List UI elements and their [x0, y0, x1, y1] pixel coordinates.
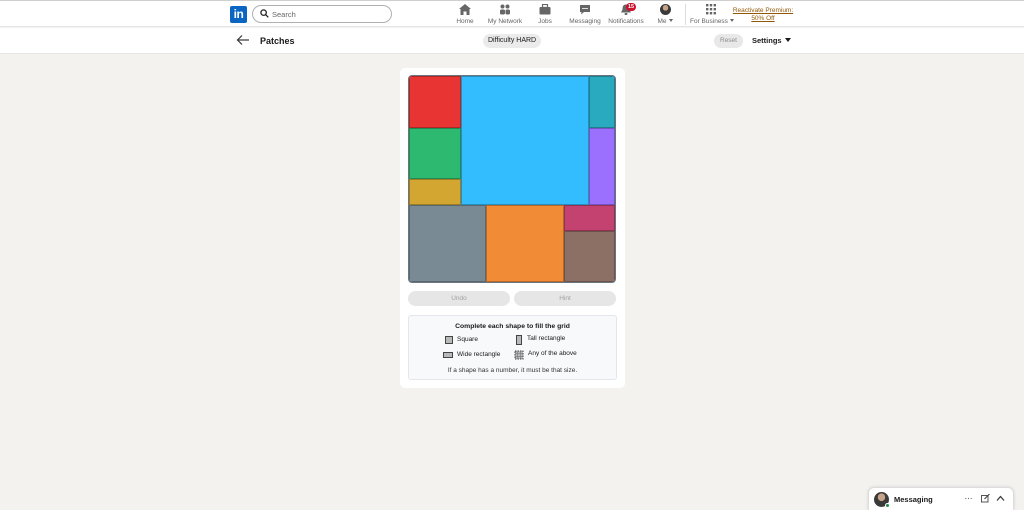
- nav-messaging-label: Messaging: [569, 18, 601, 25]
- back-arrow-icon[interactable]: [236, 34, 250, 46]
- nav-notifications-label: Notifications: [608, 18, 644, 25]
- nav-notifications[interactable]: 15 Notifications: [606, 3, 646, 26]
- legend-tall-label: Tall rectangle: [527, 335, 566, 342]
- patch-9[interactable]: [563, 230, 615, 282]
- chevron-down-icon: [784, 38, 791, 42]
- legend-any: Any of the above: [514, 350, 577, 360]
- undo-button[interactable]: Undo: [408, 291, 510, 306]
- compose-icon[interactable]: [981, 494, 990, 503]
- nav-my-network-label: My Network: [487, 18, 523, 25]
- legend-any-label: Any of the above: [528, 350, 577, 357]
- reactivate-premium-link[interactable]: Reactivate Premium: 50% Off: [731, 7, 795, 23]
- game-header: Patches Difficulty HARD Reset Settings: [0, 28, 1024, 54]
- legend-wide: Wide rectangle: [443, 351, 500, 358]
- legend-tall: Tall rectangle: [516, 335, 566, 345]
- settings-dropdown[interactable]: Settings: [752, 36, 791, 45]
- legend-note: If a shape has a number, it must be that…: [447, 367, 578, 374]
- legend-square: Square: [445, 336, 478, 344]
- chat-icon: [580, 5, 590, 15]
- patch-0[interactable]: [409, 76, 461, 128]
- legend-square-label: Square: [457, 336, 478, 343]
- nav-my-network[interactable]: My Network: [486, 4, 524, 26]
- game-card: Undo Hint Complete each shape to fill th…: [400, 68, 625, 388]
- square-shape-icon: [445, 336, 453, 344]
- nav-jobs[interactable]: Jobs: [534, 4, 556, 26]
- chevron-down-icon: [668, 19, 673, 22]
- nav-home[interactable]: Home: [452, 4, 478, 26]
- home-icon: [459, 4, 471, 15]
- avatar: [659, 4, 671, 15]
- nav-me-label: Me: [657, 18, 667, 25]
- nav-for-business-label: For Business: [690, 18, 728, 25]
- patches-board[interactable]: [408, 75, 616, 283]
- search-input[interactable]: [272, 8, 384, 21]
- any-shape-icon: [514, 350, 524, 360]
- online-status-dot: [885, 503, 890, 508]
- tall-rectangle-icon: [516, 335, 522, 345]
- nav-jobs-label: Jobs: [538, 18, 552, 25]
- search-icon: [260, 9, 269, 18]
- nav-divider: [685, 4, 686, 25]
- legend-title: Complete each shape to fill the grid: [455, 323, 570, 330]
- patch-7[interactable]: [486, 204, 564, 282]
- chevron-up-icon[interactable]: [996, 494, 1005, 503]
- rules-legend: Complete each shape to fill the grid Squ…: [408, 315, 617, 380]
- legend-wide-label: Wide rectangle: [457, 351, 501, 358]
- hint-button[interactable]: Hint: [514, 291, 616, 306]
- premium-line-2: 50% Off: [751, 15, 775, 22]
- patch-1[interactable]: [460, 76, 590, 205]
- top-nav: in Home My Network Jobs Messaging 15 Not…: [0, 0, 1024, 27]
- nav-for-business[interactable]: For Business: [690, 4, 734, 26]
- patch-8[interactable]: [563, 204, 615, 231]
- messaging-bar[interactable]: Messaging ⋯: [868, 487, 1014, 510]
- grid-icon: [706, 4, 716, 15]
- settings-label: Settings: [752, 36, 782, 45]
- linkedin-logo[interactable]: in: [230, 6, 247, 23]
- page-title: Patches: [260, 36, 295, 46]
- premium-line-1: Reactivate Premium:: [732, 7, 794, 14]
- network-icon: [500, 4, 510, 15]
- messaging-label: Messaging: [894, 495, 933, 504]
- nav-home-label: Home: [456, 18, 474, 25]
- difficulty-badge: Difficulty HARD: [483, 34, 542, 48]
- patch-3[interactable]: [409, 127, 461, 179]
- patch-5[interactable]: [409, 179, 461, 205]
- more-options-icon[interactable]: ⋯: [964, 494, 973, 503]
- briefcase-icon: [539, 4, 551, 15]
- nav-messaging[interactable]: Messaging: [568, 4, 602, 26]
- patch-6[interactable]: [409, 204, 487, 282]
- nav-me[interactable]: Me: [654, 4, 676, 26]
- patch-4[interactable]: [589, 127, 615, 205]
- notifications-badge: 15: [626, 3, 636, 11]
- reset-button[interactable]: Reset: [714, 34, 743, 48]
- search-box[interactable]: [252, 5, 392, 23]
- wide-rectangle-icon: [443, 352, 453, 358]
- patch-2[interactable]: [589, 76, 615, 128]
